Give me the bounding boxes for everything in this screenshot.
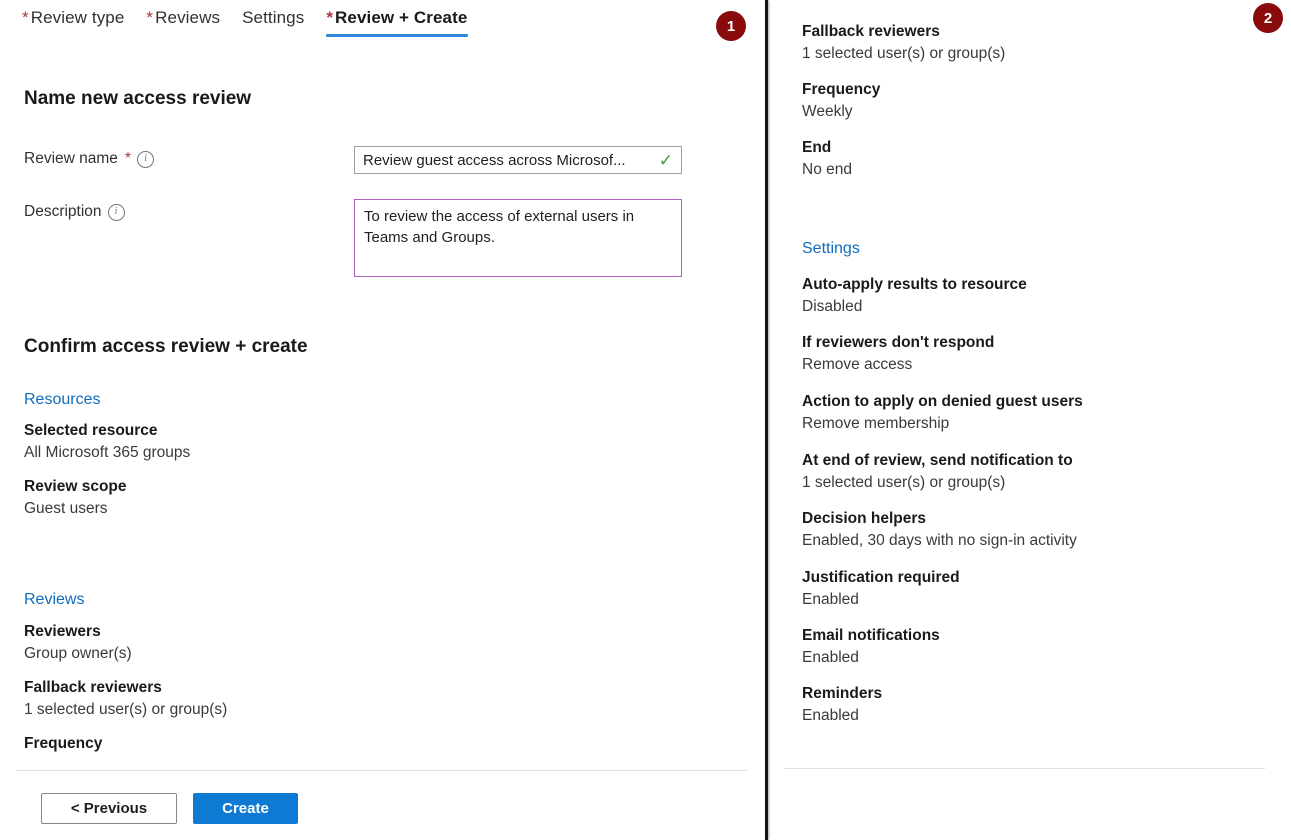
page-title-confirm: Confirm access review + create <box>24 336 308 358</box>
summary-key: End <box>802 137 1281 159</box>
summary-item-fallback-reviewers: Fallback reviewers 1 selected user(s) or… <box>24 677 227 722</box>
tab-label: Review type <box>31 8 125 27</box>
summary-value: All Microsoft 365 groups <box>24 442 190 464</box>
summary-item-justification-required: Justification required Enabled <box>802 567 1281 612</box>
summary-value: Enabled <box>802 647 1281 669</box>
summary-key: Fallback reviewers <box>802 21 1281 43</box>
description-label-text: Description <box>24 203 102 221</box>
tab-reviews[interactable]: *Reviews <box>138 0 234 40</box>
summary-value: Enabled, 30 days with no sign-in activit… <box>802 530 1281 552</box>
summary-item-frequency: Frequency <box>24 733 102 755</box>
summary-item-frequency: Frequency Weekly <box>802 79 1281 124</box>
summary-item-fallback-reviewers: Fallback reviewers 1 selected user(s) or… <box>802 21 1281 66</box>
summary-key: Fallback reviewers <box>24 677 227 699</box>
tab-label: Reviews <box>155 8 220 27</box>
summary-key: Frequency <box>802 79 1281 101</box>
tab-review-type[interactable]: *Review type <box>14 0 138 40</box>
left-panel: *Review type *Reviews Settings *Review +… <box>0 0 765 840</box>
review-name-row: Review name * i Review guest access acro… <box>24 146 705 174</box>
summary-key: Decision helpers <box>802 508 1281 530</box>
summary-key: Reminders <box>802 683 1281 705</box>
right-footer-divider <box>784 768 1265 769</box>
tab-label: Settings <box>242 8 304 27</box>
step-badge-1: 1 <box>716 11 746 41</box>
summary-key: Review scope <box>24 476 127 498</box>
summary-value: Remove access <box>802 354 1281 376</box>
summary-value: 1 selected user(s) or group(s) <box>802 472 1281 494</box>
summary-value: 1 selected user(s) or group(s) <box>24 699 227 721</box>
summary-item-decision-helpers: Decision helpers Enabled, 30 days with n… <box>802 508 1281 553</box>
summary-link-resources[interactable]: Resources <box>24 391 100 409</box>
summary-value: No end <box>802 159 1281 181</box>
summary-item-auto-apply: Auto-apply results to resource Disabled <box>802 274 1281 319</box>
review-name-label: Review name * i <box>24 146 354 168</box>
summary-item-action-denied-guests: Action to apply on denied guest users Re… <box>802 391 1281 436</box>
tab-review-create[interactable]: *Review + Create <box>318 0 481 40</box>
summary-key: At end of review, send notification to <box>802 450 1281 472</box>
required-asterisk: * <box>146 8 153 27</box>
review-name-label-text: Review name <box>24 150 118 168</box>
summary-value: Enabled <box>802 589 1281 611</box>
summary-value: Enabled <box>802 705 1281 727</box>
page-title-name-review: Name new access review <box>24 88 251 110</box>
summary-item-review-scope: Review scope Guest users <box>24 476 127 521</box>
tab-settings[interactable]: Settings <box>234 0 318 40</box>
screen-root: *Review type *Reviews Settings *Review +… <box>0 0 1291 840</box>
wizard-tabs: *Review type *Reviews Settings *Review +… <box>0 0 481 46</box>
summary-link-settings[interactable]: Settings <box>802 240 860 258</box>
summary-item-email-notifications: Email notifications Enabled <box>802 625 1281 670</box>
left-footer-divider <box>16 770 747 771</box>
summary-item-reminders: Reminders Enabled <box>802 683 1281 728</box>
previous-button[interactable]: < Previous <box>41 793 177 824</box>
left-panel-body: Name new access review Review name * i R… <box>0 46 765 840</box>
info-icon[interactable]: i <box>108 204 125 221</box>
summary-value: Remove membership <box>802 413 1281 435</box>
summary-item-end: End No end <box>802 137 1281 182</box>
summary-item-if-reviewers-dont-respond: If reviewers don't respond Remove access <box>802 332 1281 377</box>
summary-item-reviewers: Reviewers Group owner(s) <box>24 621 132 666</box>
summary-value: 1 selected user(s) or group(s) <box>802 43 1281 65</box>
summary-key: Action to apply on denied guest users <box>802 391 1281 413</box>
create-button[interactable]: Create <box>193 793 298 824</box>
right-panel: Fallback reviewers 1 selected user(s) or… <box>770 0 1291 840</box>
summary-key: Reviewers <box>24 621 132 643</box>
step-badge-2: 2 <box>1253 3 1283 33</box>
summary-key: Email notifications <box>802 625 1281 647</box>
summary-key: Frequency <box>24 733 102 755</box>
summary-item-selected-resource: Selected resource All Microsoft 365 grou… <box>24 420 190 465</box>
review-name-input[interactable]: Review guest access across Microsof... ✓ <box>354 146 682 174</box>
info-icon[interactable]: i <box>137 151 154 168</box>
summary-value: Group owner(s) <box>24 643 132 665</box>
description-label: Description i <box>24 199 354 221</box>
summary-value: Disabled <box>802 296 1281 318</box>
required-asterisk: * <box>326 8 333 27</box>
checkmark-icon: ✓ <box>659 152 673 169</box>
required-asterisk: * <box>125 151 131 167</box>
panel-divider <box>765 0 768 840</box>
left-footer-actions: < Previous Create <box>41 793 298 824</box>
right-panel-body: Fallback reviewers 1 selected user(s) or… <box>770 0 1291 840</box>
summary-key: Auto-apply results to resource <box>802 274 1281 296</box>
summary-link-reviews[interactable]: Reviews <box>24 591 84 609</box>
summary-key: Justification required <box>802 567 1281 589</box>
summary-value: Weekly <box>802 101 1281 123</box>
summary-key: If reviewers don't respond <box>802 332 1281 354</box>
summary-item-end-notification: At end of review, send notification to 1… <box>802 450 1281 495</box>
summary-value: Guest users <box>24 498 127 520</box>
active-tab-indicator <box>326 34 468 37</box>
required-asterisk: * <box>22 8 29 27</box>
review-name-value: Review guest access across Microsof... <box>363 152 655 169</box>
description-row: Description i To review the access of ex… <box>24 199 705 277</box>
tab-label: Review + Create <box>335 8 467 27</box>
summary-key: Selected resource <box>24 420 190 442</box>
description-textarea[interactable]: To review the access of external users i… <box>354 199 682 277</box>
